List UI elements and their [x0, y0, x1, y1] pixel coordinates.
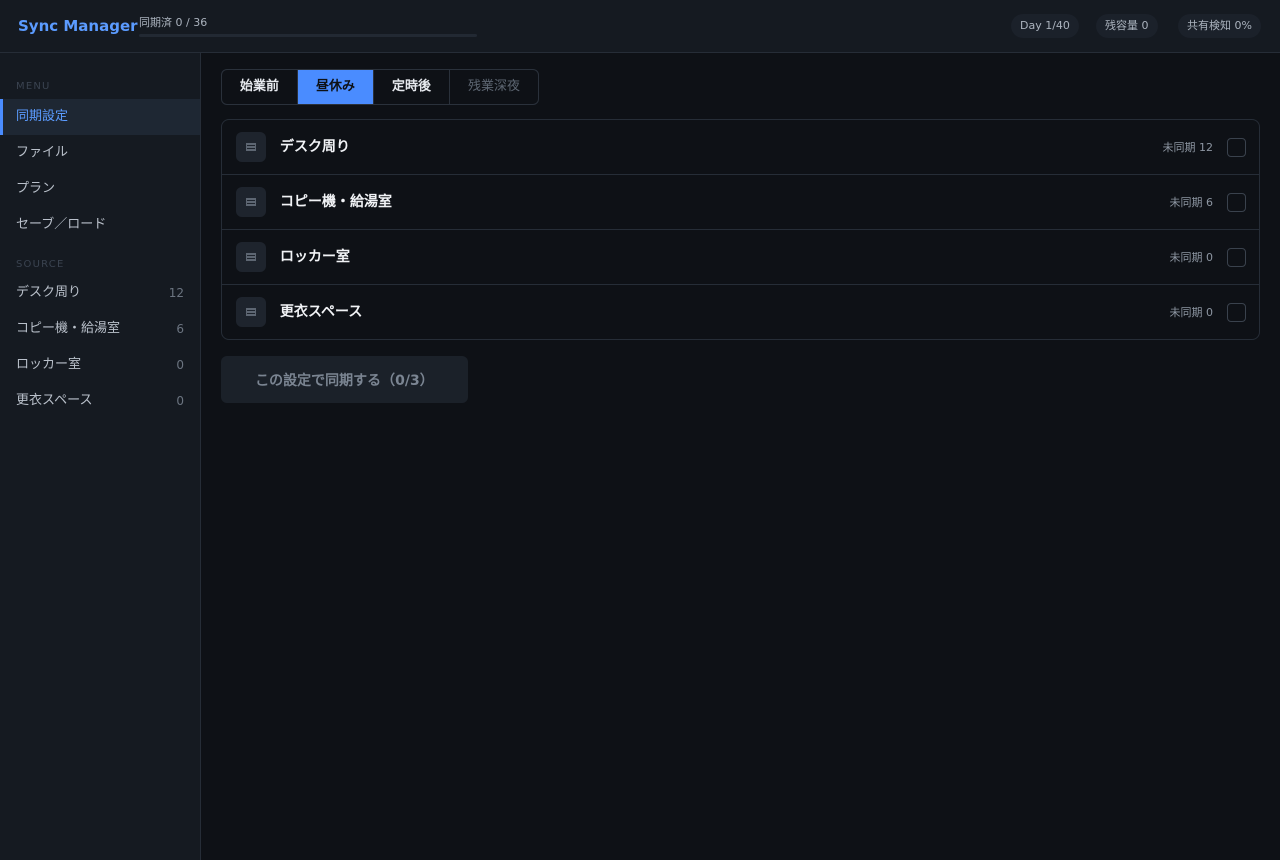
tab-before-work[interactable]: 始業前: [222, 70, 298, 104]
pending-count: 未同期 6: [1169, 196, 1214, 209]
sidebar-item-label: セーブ／ロード: [16, 217, 107, 232]
list-item[interactable]: ロッカー室 未同期 0: [222, 230, 1259, 285]
sidebar-item-label: ロッカー室: [16, 357, 82, 372]
sidebar-item-desk[interactable]: デスク周り 12: [0, 275, 200, 311]
sidebar-item-locker[interactable]: ロッカー室 0: [0, 347, 200, 383]
sidebar-item-count: 6: [176, 322, 184, 336]
source-name: 更衣スペース: [280, 304, 363, 320]
sidebar-item-count: 12: [168, 286, 184, 300]
sync-with-settings-button[interactable]: この設定で同期する（0/3）: [221, 356, 468, 403]
sync-progress-label: 同期済 0 / 36: [139, 16, 208, 29]
sidebar-item-label: 更衣スペース: [16, 393, 93, 408]
pending-count: 未同期 0: [1169, 306, 1214, 319]
source-checkbox[interactable]: [1227, 193, 1246, 212]
tab-lunch-break[interactable]: 昼休み: [298, 70, 374, 104]
time-tabs: 始業前 昼休み 定時後 残業深夜: [221, 69, 539, 105]
list-item[interactable]: コピー機・給湯室 未同期 6: [222, 175, 1259, 230]
capacity-badge: 残容量 0: [1096, 14, 1158, 38]
list-item[interactable]: デスク周り 未同期 12: [222, 120, 1259, 175]
tab-after-hours[interactable]: 定時後: [374, 70, 450, 104]
source-name: ロッカー室: [280, 249, 350, 265]
sidebar-item-label: プラン: [16, 181, 56, 196]
sidebar-item-save-load[interactable]: セーブ／ロード: [0, 207, 200, 243]
sidebar-heading-source: SOURCE: [16, 259, 65, 270]
sync-progress: 同期済 0 / 36: [139, 14, 479, 37]
sidebar-item-copier[interactable]: コピー機・給湯室 6: [0, 311, 200, 347]
day-badge: Day 1/40: [1011, 14, 1079, 38]
folder-icon: [236, 297, 266, 327]
sidebar: MENU 同期設定 ファイル プラン セーブ／ロード SOURCE デスク周り …: [0, 53, 201, 860]
detection-badge: 共有検知 0%: [1178, 14, 1261, 38]
sidebar-item-files[interactable]: ファイル: [0, 135, 200, 171]
list-item[interactable]: 更衣スペース 未同期 0: [222, 285, 1259, 339]
sidebar-item-label: 同期設定: [16, 109, 69, 124]
folder-icon: [236, 132, 266, 162]
folder-icon: [236, 187, 266, 217]
sidebar-item-count: 0: [176, 394, 184, 408]
source-name: デスク周り: [280, 139, 350, 155]
sidebar-item-changing-room[interactable]: 更衣スペース 0: [0, 383, 200, 419]
source-name: コピー機・給湯室: [280, 194, 392, 210]
top-bar: Sync Manager 同期済 0 / 36 Day 1/40 残容量 0 共…: [0, 0, 1280, 53]
sync-progress-bar: [139, 34, 477, 37]
sidebar-item-plan[interactable]: プラン: [0, 171, 200, 207]
sidebar-item-count: 0: [176, 358, 184, 372]
pending-count: 未同期 0: [1169, 251, 1214, 264]
source-list: デスク周り 未同期 12 コピー機・給湯室 未同期 6 ロッカー室 未同期 0 …: [221, 119, 1260, 340]
sidebar-item-label: デスク周り: [16, 285, 82, 300]
source-checkbox[interactable]: [1227, 303, 1246, 322]
tab-late-overtime: 残業深夜: [467, 79, 520, 94]
pending-count: 未同期 12: [1162, 141, 1214, 154]
sidebar-heading-menu: MENU: [16, 81, 51, 92]
sidebar-item-label: コピー機・給湯室: [16, 321, 121, 336]
source-checkbox[interactable]: [1227, 138, 1246, 157]
source-checkbox[interactable]: [1227, 248, 1246, 267]
folder-icon: [236, 242, 266, 272]
sidebar-item-label: ファイル: [16, 145, 69, 160]
sidebar-item-sync-settings[interactable]: 同期設定: [0, 99, 200, 135]
app-title: Sync Manager: [18, 17, 138, 35]
